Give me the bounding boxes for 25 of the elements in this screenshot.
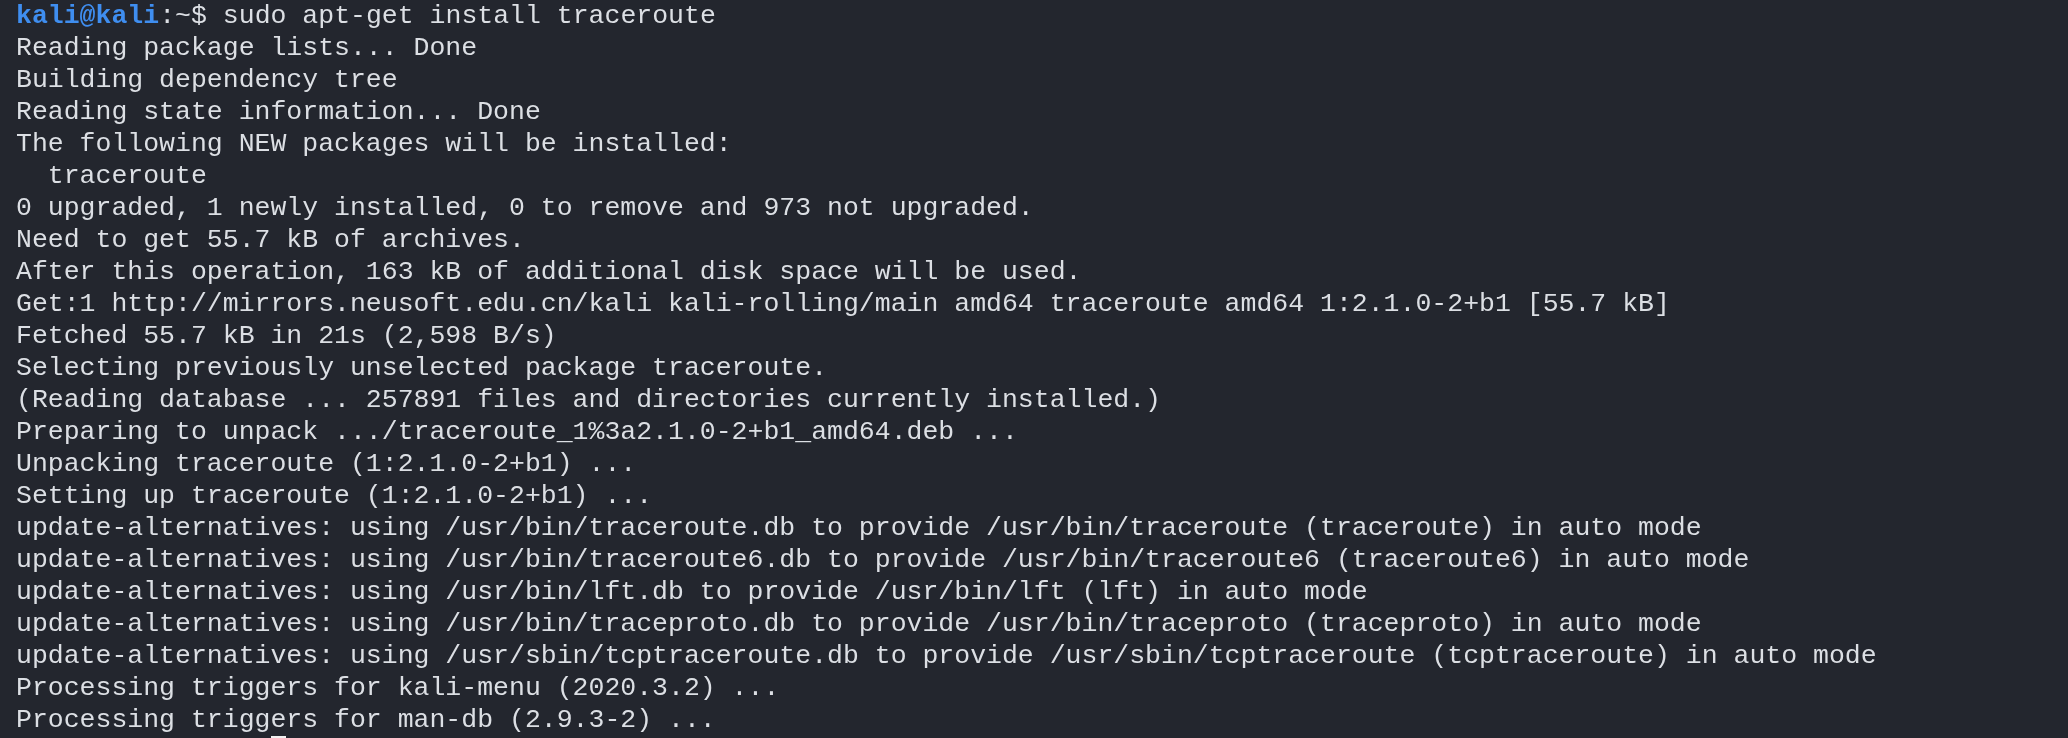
output-line: update-alternatives: using /usr/bin/traceproto.db to provide /usr/bin/traceproto (traceproto) in auto mode: [16, 608, 1702, 640]
output-line: traceroute: [46, 160, 207, 192]
output-line: Setting up traceroute (1:2.1.0-2+b1) ...: [16, 480, 653, 512]
prompt-user-host: kali@kali: [16, 0, 160, 32]
output-line: update-alternatives: using /usr/bin/traceroute6.db to provide /usr/bin/traceroute6 (traceroute6) in auto mode: [16, 544, 1750, 576]
output-line: Selecting previously unselected package traceroute.: [16, 352, 828, 384]
output-line: Get:1 http://mirrors.neusoft.edu.cn/kali kali-rolling/main amd64 traceroute amd64 1:2.1.0-2+b1 [55.7 kB]: [16, 288, 1670, 320]
output-line: The following NEW packages will be installed:: [16, 128, 732, 160]
output-line: update-alternatives: using /usr/bin/lft.db to provide /usr/bin/lft (lft) in auto mode: [16, 576, 1368, 608]
output-line: update-alternatives: using /usr/sbin/tcptraceroute.db to provide /usr/sbin/tcptraceroute (tcptraceroute) in auto mode: [16, 640, 1877, 672]
output-line: Reading state information... Done: [16, 96, 541, 128]
output-line: Fetched 55.7 kB in 21s (2,598 B/s): [16, 320, 557, 352]
output-line: Processing triggers for man-db (2.9.3-2) ...: [16, 704, 716, 736]
output-line: Need to get 55.7 kB of archives.: [16, 224, 525, 256]
output-line: Preparing to unpack .../traceroute_1%3a2.1.0-2+b1_amd64.deb ...: [16, 416, 1018, 448]
output-line: (Reading database ... 257891 files and directories currently installed.): [16, 384, 1161, 416]
prompt-path: :~$: [159, 0, 207, 32]
output-line: Unpacking traceroute (1:2.1.0-2+b1) ...: [16, 448, 637, 480]
output-line: 0 upgraded, 1 newly installed, 0 to remove and 973 not upgraded.: [16, 192, 1034, 224]
output-line: After this operation, 163 kB of additional disk space will be used.: [16, 256, 1082, 288]
command-text: sudo apt-get install traceroute: [222, 0, 716, 32]
output-line: update-alternatives: using /usr/bin/traceroute.db to provide /usr/bin/traceroute (traceroute) in auto mode: [16, 512, 1702, 544]
output-line: Reading package lists... Done: [16, 32, 478, 64]
output-line: Building dependency tree: [16, 64, 398, 96]
output-line: Processing triggers for kali-menu (2020.3.2) ...: [16, 672, 780, 704]
